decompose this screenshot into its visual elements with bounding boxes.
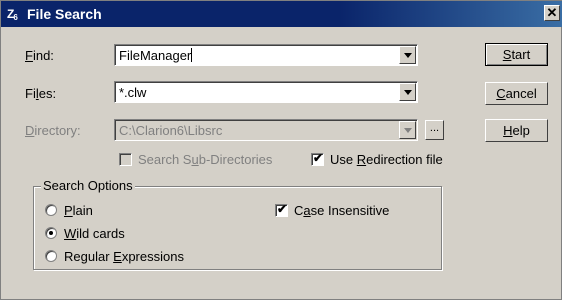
chevron-down-icon [404,53,412,58]
regular-expressions-label: Regular Expressions [64,249,184,264]
files-dropdown-button[interactable] [399,83,416,101]
find-dropdown-button[interactable] [399,46,416,64]
directory-label: Directory: [25,123,81,138]
plain-label: Plain [64,203,93,218]
plain-radio-button[interactable] [45,204,57,216]
chevron-down-icon [404,90,412,95]
checkmark-icon: ✔ [277,202,288,216]
directory-dropdown-button [399,121,416,139]
files-label: Files: [25,86,57,101]
search-options-title: Search Options [41,178,135,193]
find-input[interactable]: FileManager [119,48,193,63]
chevron-down-icon [404,128,412,133]
clarion-app-icon: Z6 [7,7,18,22]
checkmark-icon: ✔ [313,151,324,165]
wild-cards-label: Wild cards [64,226,125,241]
file-search-dialog: Z6 File Search ✕ Find: FileManager Files… [0,0,562,300]
directory-input: C:\Clarion6\Libsrc [119,123,223,138]
case-insensitive-checkbox[interactable]: ✔ [275,202,288,217]
start-button[interactable]: Start [485,43,548,66]
browse-directory-button[interactable]: ... [425,120,444,140]
files-input[interactable]: *.clw [119,85,146,100]
window-title: File Search [27,6,102,22]
search-subdirectories-label: Search Sub-Directories [138,152,273,167]
case-insensitive-label: Case Insensitive [294,203,390,218]
wild-cards-radio-button[interactable] [45,227,57,239]
radio-selected-dot-icon [49,231,53,235]
close-icon: ✕ [546,5,558,20]
files-combobox[interactable]: *.clw [114,81,418,103]
use-redirection-checkbox[interactable]: ✔ [311,151,324,166]
find-label: Find: [25,48,54,63]
text-cursor [191,48,193,62]
search-subdirectories-checkbox [119,153,132,166]
cancel-button[interactable]: Cancel [485,82,548,105]
regular-expressions-radio-button[interactable] [45,250,57,262]
help-button[interactable]: Help [485,119,548,142]
use-redirection-label: Use Redirection file [330,152,443,167]
title-bar[interactable]: Z6 File Search ✕ [1,1,562,27]
directory-combobox: C:\Clarion6\Libsrc [114,119,418,141]
find-combobox[interactable]: FileManager [114,44,418,66]
close-button[interactable]: ✕ [544,5,560,21]
